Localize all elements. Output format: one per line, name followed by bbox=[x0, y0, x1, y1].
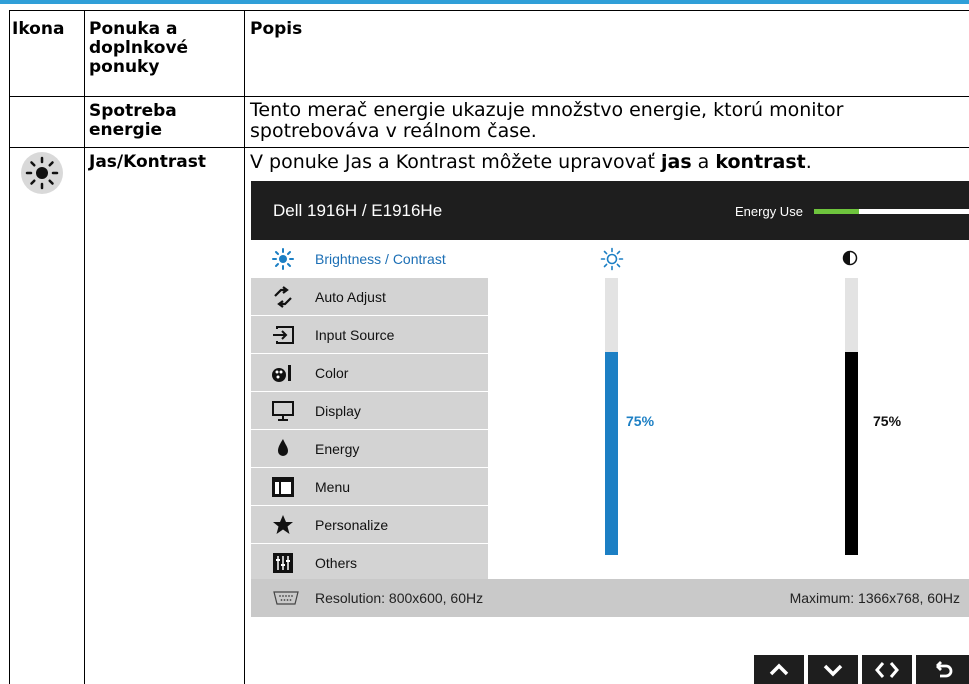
menu-item-label: Menu bbox=[315, 479, 351, 495]
menu-item-label: Color bbox=[315, 365, 349, 381]
sun-icon bbox=[21, 152, 63, 194]
osd-title: Dell 1916H / E1916He bbox=[273, 201, 443, 220]
energy-use-fill bbox=[814, 209, 859, 214]
contrast-icon bbox=[842, 250, 858, 266]
left-right-icon bbox=[875, 661, 899, 678]
brightness-icon bbox=[600, 247, 624, 271]
color-icon bbox=[271, 362, 295, 384]
up-arrow-button[interactable] bbox=[754, 655, 804, 684]
contrast-slider-fill bbox=[845, 352, 858, 555]
row-brightness-description: V ponuke Jas a Kontrast môžete upravovať… bbox=[250, 151, 812, 173]
header-icon: Ikona bbox=[12, 19, 65, 39]
osd-header: Dell 1916H / E1916He Energy Use bbox=[251, 181, 969, 240]
down-arrow-icon bbox=[823, 664, 843, 676]
input-source-icon bbox=[271, 324, 295, 346]
menu-item-input-source[interactable]: Input Source bbox=[251, 316, 488, 354]
contrast-slider[interactable] bbox=[845, 278, 858, 555]
menu-item-energy[interactable]: Energy bbox=[251, 430, 488, 468]
display-icon bbox=[271, 400, 295, 422]
row-energy-description: Tento merač energie ukazuje množstvo ene… bbox=[250, 99, 844, 142]
auto-adjust-icon bbox=[271, 286, 295, 308]
osd-screenshot: Dell 1916H / E1916He Energy Use Brightne… bbox=[251, 181, 969, 626]
table-border-header bbox=[9, 96, 969, 97]
star-icon bbox=[271, 514, 295, 536]
table-border-col2 bbox=[244, 10, 245, 684]
header-menu: Ponuka a doplnkové ponuky bbox=[89, 19, 189, 77]
menu-item-label: Auto Adjust bbox=[315, 289, 386, 305]
others-icon bbox=[271, 552, 295, 574]
down-arrow-button[interactable] bbox=[808, 655, 858, 684]
brightness-slider-fill bbox=[605, 352, 618, 555]
brightness-icon bbox=[271, 248, 295, 270]
resolution-text: Resolution: 800x600, 60Hz bbox=[315, 590, 484, 606]
menu-item-color[interactable]: Color bbox=[251, 354, 488, 392]
menu-item-label: Others bbox=[315, 555, 358, 571]
left-right-button[interactable] bbox=[862, 655, 912, 684]
table-border-left bbox=[9, 10, 10, 684]
menu-item-menu[interactable]: Menu bbox=[251, 468, 488, 506]
top-rule bbox=[0, 0, 969, 4]
maximum-resolution-text: Maximum: 1366x768, 60Hz bbox=[789, 590, 960, 606]
row-brightness-menu: Jas/Kontrast bbox=[89, 152, 207, 172]
back-icon bbox=[935, 660, 952, 677]
menu-item-label: Brightness / Contrast bbox=[315, 251, 446, 267]
brightness-slider[interactable] bbox=[605, 278, 618, 555]
menu-item-brightness-contrast[interactable]: Brightness / Contrast bbox=[251, 240, 488, 278]
osd-footer: Resolution: 800x600, 60Hz Maximum: 1366x… bbox=[251, 579, 969, 617]
header-description: Popis bbox=[250, 19, 303, 39]
osd-content-panel bbox=[488, 240, 969, 579]
menu-item-personalize[interactable]: Personalize bbox=[251, 506, 488, 544]
menu-item-auto-adjust[interactable]: Auto Adjust bbox=[251, 278, 488, 316]
menu-item-label: Input Source bbox=[315, 327, 395, 343]
menu-item-display[interactable]: Display bbox=[251, 392, 488, 430]
energy-use-label: Energy Use bbox=[735, 204, 803, 219]
energy-icon bbox=[271, 438, 295, 460]
menu-icon bbox=[271, 476, 295, 498]
vga-connector-icon bbox=[273, 591, 299, 605]
up-arrow-icon bbox=[769, 663, 789, 675]
table-border-row1 bbox=[9, 147, 969, 148]
table-border-top bbox=[9, 10, 969, 11]
energy-use-meter bbox=[814, 209, 969, 214]
menu-item-label: Display bbox=[315, 403, 361, 419]
menu-item-label: Personalize bbox=[315, 517, 389, 533]
back-button[interactable] bbox=[916, 655, 969, 684]
menu-item-label: Energy bbox=[315, 441, 360, 457]
table-border-col1 bbox=[84, 10, 85, 684]
menu-item-others[interactable]: Others bbox=[251, 544, 488, 582]
contrast-value: 75% bbox=[873, 413, 902, 429]
brightness-value: 75% bbox=[626, 413, 655, 429]
osd-menu: Brightness / Contrast Auto Adjust Input So… bbox=[251, 240, 488, 582]
row-energy-menu: Spotreba energie bbox=[89, 101, 177, 140]
